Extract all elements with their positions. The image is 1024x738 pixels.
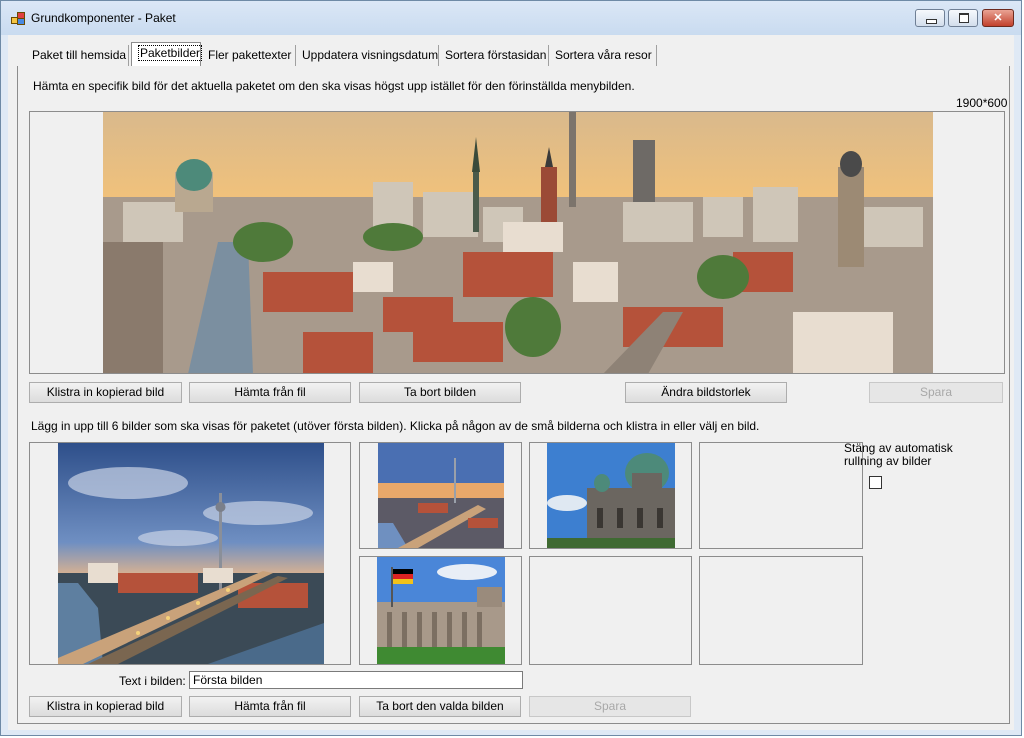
header-image-panel[interactable] xyxy=(29,111,1005,374)
close-icon: ✕ xyxy=(993,12,1003,24)
thumbnail-2[interactable] xyxy=(529,442,692,549)
window-title: Grundkomponenter - Paket xyxy=(31,11,176,25)
paste-image-button[interactable]: Klistra in kopierad bild xyxy=(29,382,182,403)
gallery-remove-selected-button[interactable]: Ta bort den valda bilden xyxy=(359,696,521,717)
autoscroll-label: Stäng av automatisk rullning av bilder xyxy=(844,441,953,468)
minimize-icon xyxy=(926,19,937,24)
text-in-image-label: Text i bilden: xyxy=(119,674,186,688)
header-image xyxy=(103,112,933,373)
top-description: Hämta en specifik bild för det aktuella … xyxy=(33,79,635,93)
tab-label: Paketbilder xyxy=(138,45,203,61)
large-image xyxy=(58,443,324,664)
thumbnail-1[interactable] xyxy=(359,442,522,549)
save-button[interactable]: Spara xyxy=(869,382,1003,403)
client-area: Paket till hemsida Paketbilder Fler pake… xyxy=(8,35,1014,730)
app-window: Grundkomponenter - Paket ✕ Paket till he… xyxy=(0,0,1022,736)
tab-page-paketbilder: Hämta en specifik bild för det aktuella … xyxy=(17,66,1010,724)
large-image-panel[interactable] xyxy=(29,442,351,665)
tab-label: Sortera förstasidan xyxy=(445,48,547,62)
tab-uppdatera-visningsdatum[interactable]: Uppdatera visningsdatum xyxy=(296,45,439,67)
tab-label: Fler pakettexter xyxy=(208,48,292,62)
minimize-button[interactable] xyxy=(915,9,945,27)
remove-image-button[interactable]: Ta bort bilden xyxy=(359,382,521,403)
maximize-icon xyxy=(959,13,969,23)
close-button[interactable]: ✕ xyxy=(982,9,1014,27)
resize-image-button[interactable]: Ändra bildstorlek xyxy=(625,382,787,403)
autoscroll-checkbox[interactable] xyxy=(869,476,882,489)
tab-label: Uppdatera visningsdatum xyxy=(302,48,439,62)
text-in-image-field[interactable]: Första bilden xyxy=(189,671,523,689)
load-from-file-button[interactable]: Hämta från fil xyxy=(189,382,351,403)
tab-label: Paket till hemsida xyxy=(32,48,127,62)
thumbnail-6[interactable] xyxy=(699,556,863,665)
gallery-description: Lägg in upp till 6 bilder som ska visas … xyxy=(31,419,760,433)
tab-strip: Paket till hemsida Paketbilder Fler pake… xyxy=(8,35,1014,67)
thumbnail-3[interactable] xyxy=(699,442,863,549)
tab-fler-pakettexter[interactable]: Fler pakettexter xyxy=(202,45,296,67)
title-bar[interactable]: Grundkomponenter - Paket ✕ xyxy=(1,1,1021,35)
size-label: 1900*600 xyxy=(956,96,1008,110)
gallery-save-button[interactable]: Spara xyxy=(529,696,691,717)
tab-sortera-vara-resor[interactable]: Sortera våra resor xyxy=(549,45,657,67)
app-icon xyxy=(11,12,25,25)
thumbnail-1-image xyxy=(378,443,504,548)
gallery-paste-button[interactable]: Klistra in kopierad bild xyxy=(29,696,182,717)
tab-paket-till-hemsida[interactable]: Paket till hemsida xyxy=(26,45,129,67)
thumbnail-2-image xyxy=(547,443,675,548)
thumbnail-5[interactable] xyxy=(529,556,692,665)
tab-label: Sortera våra resor xyxy=(555,48,652,62)
thumbnail-4-image xyxy=(377,557,505,664)
tab-paketbilder[interactable]: Paketbilder xyxy=(131,42,203,67)
tab-sortera-forstasidan[interactable]: Sortera förstasidan xyxy=(439,45,549,67)
gallery-load-from-file-button[interactable]: Hämta från fil xyxy=(189,696,351,717)
maximize-button[interactable] xyxy=(948,9,978,27)
thumbnail-4[interactable] xyxy=(359,556,522,665)
